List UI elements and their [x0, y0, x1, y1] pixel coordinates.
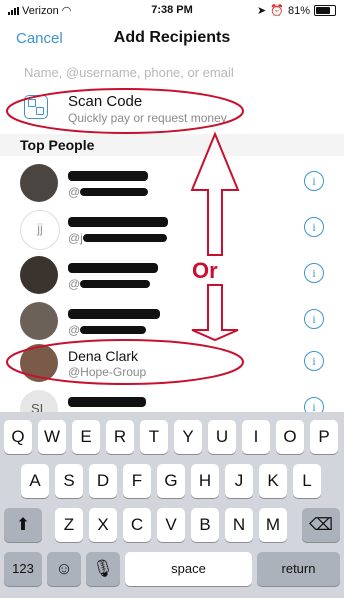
- person-username: @: [68, 323, 147, 337]
- info-icon[interactable]: i: [304, 309, 324, 329]
- microphone-icon[interactable]: 🎙: [86, 552, 120, 586]
- scan-code-row[interactable]: Scan Code Quickly pay or request money.: [0, 88, 344, 128]
- backspace-key[interactable]: ⌫: [302, 508, 340, 542]
- person-name-redacted: [68, 260, 158, 276]
- top-people-header: Top People: [0, 134, 344, 156]
- return-key[interactable]: return: [257, 552, 340, 586]
- person-username: @j: [68, 231, 167, 245]
- key-u[interactable]: U: [208, 420, 236, 454]
- battery-percent: 81%: [287, 4, 310, 17]
- person-row[interactable]: jj @j i: [0, 206, 344, 252]
- info-icon[interactable]: i: [304, 351, 324, 371]
- battery-icon: [314, 5, 336, 16]
- info-icon[interactable]: i: [304, 263, 324, 283]
- key-e[interactable]: E: [72, 420, 100, 454]
- key-w[interactable]: W: [38, 420, 66, 454]
- person-username: @: [68, 185, 149, 199]
- avatar: [20, 256, 58, 294]
- key-x[interactable]: X: [89, 508, 117, 542]
- key-b[interactable]: B: [191, 508, 219, 542]
- person-row-dena-clark[interactable]: Dena Clark @Hope-Group i: [0, 340, 344, 386]
- info-icon[interactable]: i: [304, 217, 324, 237]
- key-i[interactable]: I: [242, 420, 270, 454]
- section-title: Top People: [20, 137, 95, 153]
- key-s[interactable]: S: [55, 464, 83, 498]
- status-bar: Verizon ◠ 7:38 PM ➤ ⏰ 81%: [0, 0, 344, 22]
- key-k[interactable]: K: [259, 464, 287, 498]
- person-row[interactable]: @ i: [0, 252, 344, 298]
- key-v[interactable]: V: [157, 508, 185, 542]
- key-h[interactable]: H: [191, 464, 219, 498]
- space-key[interactable]: space: [125, 552, 252, 586]
- person-name-redacted: [68, 306, 160, 322]
- key-q[interactable]: Q: [4, 420, 32, 454]
- key-j[interactable]: J: [225, 464, 253, 498]
- key-f[interactable]: F: [123, 464, 151, 498]
- key-d[interactable]: D: [89, 464, 117, 498]
- key-m[interactable]: M: [259, 508, 287, 542]
- status-right: ➤ ⏰ 81%: [257, 4, 336, 17]
- avatar: [20, 302, 58, 340]
- recipient-search-input[interactable]: [22, 60, 326, 84]
- avatar: [20, 164, 58, 202]
- key-n[interactable]: N: [225, 508, 253, 542]
- key-p[interactable]: P: [310, 420, 338, 454]
- nav-bar: Cancel Add Recipients: [0, 22, 344, 56]
- key-a[interactable]: A: [21, 464, 49, 498]
- qr-code-icon: [24, 95, 48, 119]
- annotation-or-label: Or: [192, 258, 218, 283]
- avatar-initials: jj: [20, 210, 60, 250]
- person-name-redacted: [68, 394, 146, 410]
- keyboard: Q W E R T Y U I O P A S D F G H J K L ⬆ …: [0, 412, 344, 598]
- key-r[interactable]: R: [106, 420, 134, 454]
- alarm-icon: ⏰: [270, 5, 284, 17]
- info-icon[interactable]: i: [304, 171, 324, 191]
- person-name: Dena Clark: [68, 348, 139, 364]
- shift-key[interactable]: ⬆: [4, 508, 42, 542]
- key-g[interactable]: G: [157, 464, 185, 498]
- person-name-redacted: [68, 214, 168, 230]
- person-name-redacted: [68, 168, 148, 184]
- key-t[interactable]: T: [140, 420, 168, 454]
- person-username: @: [68, 277, 151, 291]
- avatar: [20, 344, 58, 382]
- person-row[interactable]: @ i: [0, 160, 344, 206]
- key-z[interactable]: Z: [55, 508, 83, 542]
- key-y[interactable]: Y: [174, 420, 202, 454]
- location-icon: ➤: [257, 5, 267, 17]
- scan-code-title: Scan Code: [68, 93, 143, 110]
- key-c[interactable]: C: [123, 508, 151, 542]
- person-username: @Hope-Group: [68, 365, 147, 379]
- page-title: Add Recipients: [113, 29, 231, 46]
- numbers-key[interactable]: 123: [4, 552, 42, 586]
- key-l[interactable]: L: [293, 464, 321, 498]
- scan-code-subtitle: Quickly pay or request money.: [68, 111, 230, 125]
- emoji-key[interactable]: ☺: [47, 552, 81, 586]
- key-o[interactable]: O: [276, 420, 304, 454]
- person-row[interactable]: @ i: [0, 298, 344, 344]
